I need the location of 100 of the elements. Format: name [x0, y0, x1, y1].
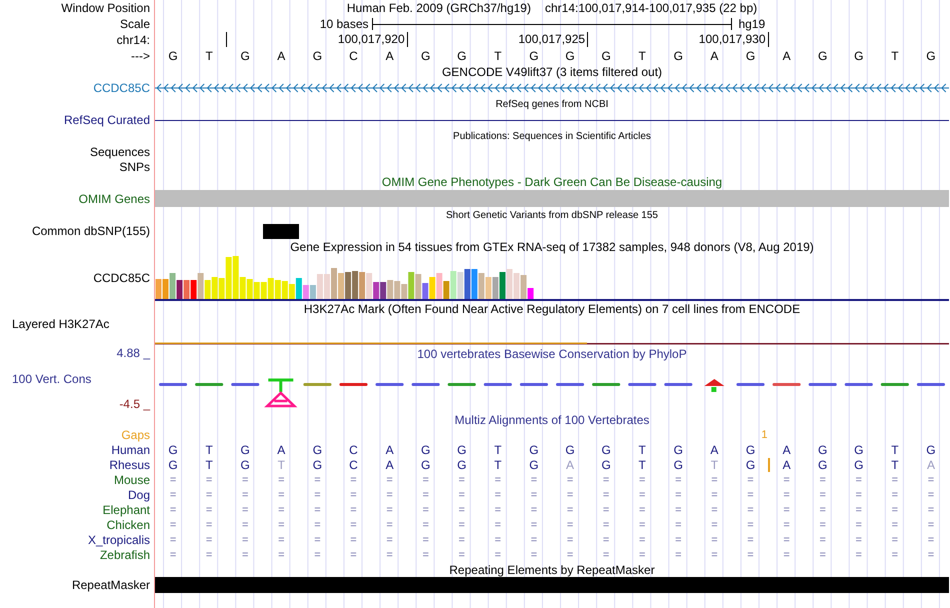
match-mark: = [168, 488, 178, 500]
match-mark: = [204, 534, 214, 546]
match-mark: = [204, 474, 214, 486]
species-label: Dog [128, 488, 150, 502]
match-mark: = [458, 548, 466, 560]
match-mark: = [168, 474, 178, 486]
base-letter: A [384, 49, 395, 63]
gene-strand-line[interactable] [155, 84, 949, 92]
match-mark: = [638, 488, 646, 500]
match-mark: = [421, 504, 430, 516]
match-mark: = [566, 488, 574, 500]
base-letter: G [744, 442, 756, 456]
match-mark: = [385, 548, 394, 560]
base-letter: A [384, 442, 395, 456]
match-mark: = [349, 488, 358, 500]
track-title: H3K27Ac Mark (Often Found Near Active Regulatory Elements) on 7 cell lines from ENCODE [304, 302, 800, 316]
assembly-text: Human Feb. 2009 (GRCh37/hg19) [346, 1, 531, 15]
match-mark: = [385, 474, 394, 486]
species-label: Rhesus [109, 458, 150, 472]
ruler-label: 100,017,930 [588, 32, 769, 47]
base-letter: C [348, 442, 359, 456]
track-label[interactable]: Common dbSNP(155) [32, 224, 150, 238]
match-mark: = [349, 518, 358, 530]
match-mark: = [349, 474, 358, 486]
base-letter: G [672, 49, 684, 63]
match-mark: = [241, 488, 250, 500]
match-mark: = [854, 534, 863, 546]
match-mark: = [277, 534, 286, 546]
base-letter: G [240, 458, 251, 472]
match-mark: = [313, 504, 322, 516]
track-label[interactable]: 100 Vert. Cons [0, 372, 150, 386]
match-mark: = [638, 474, 646, 486]
base-letter: G [456, 442, 468, 456]
match-mark: = [277, 488, 286, 500]
match-mark: = [710, 474, 719, 486]
base-letter: C [348, 458, 359, 472]
match-mark: = [638, 534, 646, 546]
base-letter: T [204, 458, 214, 472]
base-letter: G [853, 442, 864, 456]
base-letter: T [204, 49, 214, 63]
track-title: Publications: Sequences in Scientific Articles [453, 130, 651, 142]
track-title: Gene Expression in 54 tissues from GTEx RNA-seq of 17382 samples, 948 donors (V8, Aug 2019) [290, 240, 814, 254]
match-mark: = [494, 474, 502, 486]
track-title: Short Genetic Variants from dbSNP release 155 [446, 210, 658, 220]
base-letter: G [817, 458, 828, 472]
base-letter: G [600, 49, 612, 63]
match-mark: = [890, 548, 900, 560]
match-mark: = [458, 474, 466, 486]
match-mark: = [926, 474, 936, 486]
base-letter: A [782, 49, 792, 63]
expression-bars-drawing[interactable] [155, 256, 949, 301]
match-mark: = [638, 518, 646, 530]
match-mark: = [602, 504, 610, 516]
track-label[interactable]: Layered H3K27Ac [12, 317, 110, 331]
track-label[interactable]: SNPs [119, 160, 150, 174]
match-mark: = [602, 488, 610, 500]
species-label: X_tropicalis [88, 532, 150, 546]
match-mark: = [385, 534, 394, 546]
match-mark: = [674, 474, 683, 486]
match-mark: = [926, 518, 936, 530]
base-letter: T [890, 442, 900, 456]
match-mark: = [926, 488, 936, 500]
match-mark: = [854, 548, 863, 560]
base-letter: A [926, 458, 936, 472]
match-mark: = [385, 518, 394, 530]
track-title: Multiz Alignments of 100 Vertebrates [454, 412, 650, 426]
match-mark: = [421, 548, 430, 560]
match-mark: = [349, 534, 358, 546]
variant-block[interactable] [263, 224, 300, 238]
track-label[interactable]: CCDC85C [93, 271, 150, 285]
base-letter: A [709, 49, 720, 63]
match-mark: = [241, 548, 250, 560]
base-letter: T [710, 458, 720, 472]
track-label[interactable]: Sequences [90, 144, 150, 158]
match-mark: = [241, 474, 250, 486]
species-label: Elephant [102, 502, 150, 516]
track-label[interactable]: OMIM Genes [78, 192, 150, 206]
base-letter: G [312, 458, 324, 472]
match-mark: = [674, 488, 683, 500]
match-mark: = [566, 504, 574, 516]
match-mark: = [458, 518, 466, 530]
match-mark: = [530, 518, 538, 530]
match-mark: = [710, 548, 719, 560]
track-label[interactable]: RepeatMasker [72, 578, 150, 592]
match-mark: = [854, 488, 863, 500]
track-label[interactable]: RefSeq Curated [64, 113, 150, 127]
conservation-logo-drawing[interactable] [159, 378, 945, 408]
match-mark: = [530, 474, 538, 486]
match-mark: = [602, 534, 610, 546]
match-mark: = [277, 504, 286, 516]
track-label[interactable]: CCDC85C [93, 81, 150, 95]
base-letter: T [638, 49, 647, 63]
match-mark: = [313, 534, 322, 546]
match-mark: = [818, 518, 827, 530]
base-letter: G [167, 442, 179, 456]
match-mark: = [638, 504, 646, 516]
base-letter: T [276, 458, 286, 472]
track-label: Window Position [61, 1, 150, 15]
match-mark: = [530, 548, 538, 560]
match-mark: = [313, 474, 322, 486]
